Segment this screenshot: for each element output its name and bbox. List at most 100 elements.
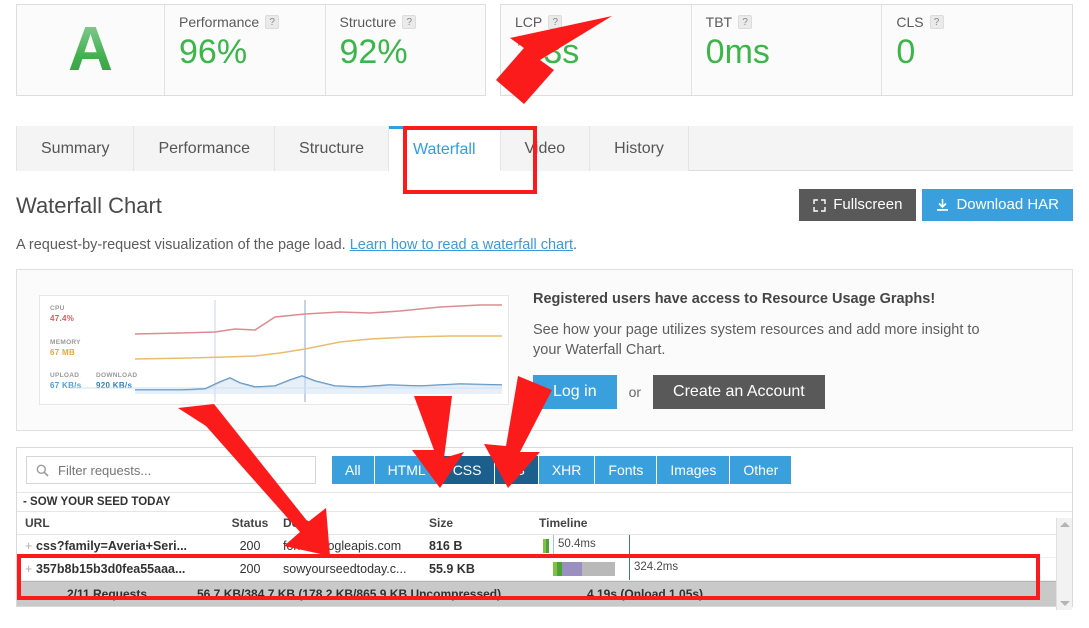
expand-icon[interactable]: + — [25, 539, 36, 553]
row-status: 200 — [217, 557, 283, 581]
column-header-status[interactable]: Status — [217, 512, 283, 535]
promo-body: See how your page utilizes system resour… — [533, 322, 980, 358]
table-scrollbar[interactable] — [1056, 518, 1072, 610]
resource-graph-preview: CPU 47.4% MEMORY 67 MB UPLOAD 67 KB/s DO… — [39, 295, 509, 405]
timeline-seg-download — [546, 539, 549, 553]
row-url-text: 357b8b15b3d0fea55aaa... — [36, 562, 186, 576]
table-row[interactable]: + css?family=Averia+Seri... 200 fonts.goo… — [17, 534, 1072, 558]
waterfall-help-link[interactable]: Learn how to read a waterfall chart — [350, 237, 573, 253]
grade-letter: A — [68, 15, 113, 84]
timeline-marker-fully-loaded — [629, 535, 630, 557]
waterfall-header: Waterfall Chart Fullscreen Download HAR — [16, 189, 1073, 221]
filter-chip-other[interactable]: Other — [730, 456, 793, 484]
fullscreen-button[interactable]: Fullscreen — [799, 189, 917, 221]
login-button[interactable]: Log in — [533, 375, 617, 409]
metric-tbt: TBT ? 0ms — [691, 5, 883, 95]
scroll-down-icon[interactable] — [1060, 601, 1070, 606]
filter-chip-images[interactable]: Images — [657, 456, 731, 484]
promo-text-block: Registered users have access to Resource… — [533, 291, 1050, 409]
row-domain: sowyourseedtoday.c... — [283, 557, 429, 581]
metric-performance-value: 96% — [179, 33, 248, 71]
header-actions: Fullscreen Download HAR — [799, 189, 1073, 221]
filter-chip-html[interactable]: HTML — [374, 456, 440, 484]
help-icon[interactable]: ? — [738, 15, 753, 29]
column-header-domain[interactable]: Domain — [283, 512, 429, 535]
webvitals-card: LCP ? 1.3s TBT ? 0ms CLS ? 0 — [500, 4, 1073, 96]
timeline-duration-label: 324.2ms — [634, 561, 679, 573]
row-timeline: 324.2ms — [539, 557, 1072, 581]
help-icon[interactable]: ? — [548, 15, 563, 29]
metric-cls-value: 0 — [896, 33, 916, 71]
promo-actions: Log in or Create an Account — [533, 375, 1050, 409]
row-url-text: css?family=Averia+Seri... — [36, 539, 188, 553]
filter-chip-fonts[interactable]: Fonts — [595, 456, 658, 484]
help-icon[interactable]: ? — [265, 15, 280, 29]
metric-cls: CLS ? 0 — [882, 5, 1073, 95]
timeline-seg-receive — [582, 562, 615, 576]
row-url-cell[interactable]: +357b8b15b3d0fea55aaa... — [17, 557, 217, 581]
request-group-header[interactable]: - SOW YOUR SEED TODAY — [17, 492, 1072, 512]
row-url-cell[interactable]: + css?family=Averia+Seri... — [17, 534, 217, 558]
footer-requests: 2/11 Requests — [66, 587, 148, 601]
timeline-duration-label: 50.4ms — [558, 538, 596, 550]
expand-icon[interactable]: + — [25, 562, 36, 576]
column-header-url[interactable]: URL — [17, 512, 217, 535]
subtitle-period: . — [572, 237, 578, 253]
fullscreen-label: Fullscreen — [833, 196, 903, 213]
or-label: or — [628, 384, 642, 400]
row-timeline: 50.4ms — [539, 534, 1072, 558]
metric-lcp-label: LCP ? — [515, 14, 677, 30]
footer-sizes: 56.7 KB/384.7 KB (178.2 KB/865.9 KB Unco… — [197, 587, 502, 601]
timeline-seg-wait — [562, 562, 582, 576]
search-input[interactable] — [56, 461, 306, 479]
timeline-bar: 50.4ms — [539, 535, 1072, 557]
fullscreen-icon — [813, 198, 826, 212]
timeline-marker-onload — [553, 535, 554, 557]
waterfall-table: URL Status Domain Size Timeline + css?fam… — [17, 512, 1072, 581]
column-header-timeline[interactable]: Timeline — [539, 512, 1072, 535]
download-har-button[interactable]: Download HAR — [922, 189, 1073, 221]
help-icon[interactable]: ? — [402, 15, 417, 29]
scorecard-strip: A Performance ? 96% Structure ? 92% LCP … — [16, 0, 1073, 96]
tab-history[interactable]: History — [590, 126, 689, 171]
tab-waterfall[interactable]: Waterfall — [388, 126, 501, 171]
promo-heading: Registered users have access to Resource… — [533, 291, 936, 307]
waterfall-subtitle: A request-by-request visualization of th… — [16, 237, 1073, 253]
footer-timing: 4.19s (Onload 1.05s) — [587, 587, 704, 601]
page-title: Waterfall Chart — [16, 193, 162, 218]
filter-chip-js[interactable]: JS — [495, 456, 539, 484]
metric-cls-title: CLS — [896, 14, 924, 30]
tab-video[interactable]: Video — [500, 126, 591, 171]
filter-chip-all[interactable]: All — [332, 456, 375, 484]
metric-cls-label: CLS ? — [896, 14, 1058, 30]
subtitle-text: A request-by-request visualization of th… — [16, 237, 346, 253]
table-header-row: URL Status Domain Size Timeline — [17, 512, 1072, 535]
metric-structure-value: 92% — [339, 33, 408, 71]
scroll-up-icon[interactable] — [1060, 522, 1070, 527]
table-footer-summary: 2/11 Requests 56.7 KB/384.7 KB (178.2 KB… — [17, 581, 1072, 606]
help-icon[interactable]: ? — [929, 15, 944, 29]
row-domain: fonts.googleapis.com — [283, 534, 429, 558]
search-box[interactable] — [26, 456, 316, 484]
metric-lcp-title: LCP — [515, 14, 543, 30]
tab-performance[interactable]: Performance — [134, 126, 276, 171]
create-account-button[interactable]: Create an Account — [653, 375, 825, 409]
gtmetrix-report-page: A Performance ? 96% Structure ? 92% LCP … — [0, 0, 1089, 628]
download-har-label: Download HAR — [956, 196, 1059, 213]
filter-chip-xhr[interactable]: XHR — [538, 456, 596, 484]
row-size: 55.9 KB — [429, 557, 539, 581]
tab-structure[interactable]: Structure — [275, 126, 389, 171]
resource-graph-lines — [70, 300, 503, 402]
metric-structure-label: Structure ? — [340, 14, 472, 30]
metric-structure: Structure ? 92% — [325, 5, 485, 95]
metric-tbt-title: TBT — [705, 14, 733, 30]
filter-chip-css[interactable]: CSS — [439, 456, 496, 484]
report-tabs: Summary Performance Structure Waterfall … — [16, 126, 1073, 171]
metric-structure-title: Structure — [339, 14, 397, 30]
metric-performance: Performance ? 96% — [165, 5, 326, 95]
metric-tbt-label: TBT ? — [706, 14, 868, 30]
table-row[interactable]: +357b8b15b3d0fea55aaa... 200 sowyourseed… — [17, 557, 1072, 581]
column-header-size[interactable]: Size — [429, 512, 539, 535]
tab-summary[interactable]: Summary — [16, 126, 135, 171]
metric-performance-label: Performance ? — [179, 14, 311, 30]
